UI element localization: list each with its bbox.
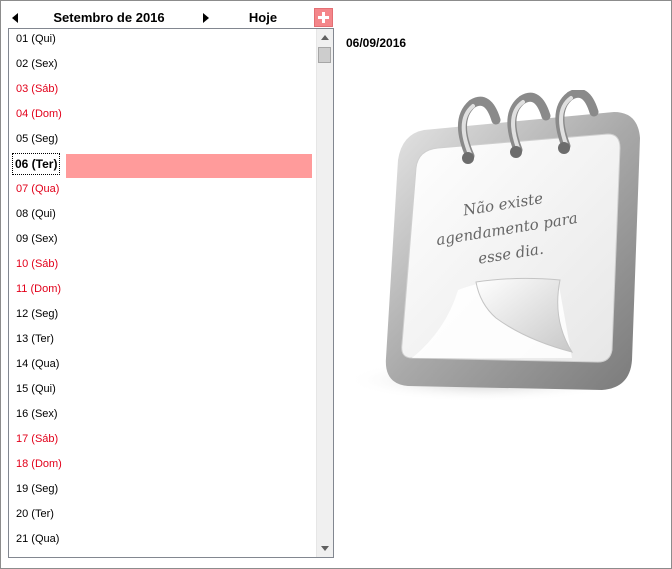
day-label: 21 (Qua) bbox=[16, 533, 60, 545]
day-label: 01 (Qui) bbox=[16, 33, 56, 45]
day-label: 13 (Ter) bbox=[16, 333, 54, 345]
day-row[interactable]: 17 (Sáb) bbox=[9, 429, 316, 454]
day-row[interactable]: 04 (Dom) bbox=[9, 104, 316, 129]
day-label: 06 (Ter) bbox=[11, 153, 61, 175]
selected-day-highlight bbox=[66, 154, 312, 178]
day-row[interactable]: 09 (Sex) bbox=[9, 229, 316, 254]
day-label: 11 (Dom) bbox=[16, 283, 62, 295]
day-row[interactable]: 20 (Ter) bbox=[9, 504, 316, 529]
arrow-down-icon bbox=[321, 546, 329, 551]
day-label: 07 (Qua) bbox=[16, 183, 60, 195]
day-label: 12 (Seg) bbox=[16, 308, 59, 320]
day-list[interactable]: 01 (Qui) 02 (Sex) 03 (Sáb) 04 (Dom) 05 (Seg)… bbox=[8, 28, 334, 558]
day-label: 09 (Sex) bbox=[16, 233, 58, 245]
day-row[interactable]: 05 (Seg) bbox=[9, 129, 316, 154]
day-row[interactable]: 18 (Dom) bbox=[9, 454, 316, 479]
selected-date-label: 06/09/2016 bbox=[346, 36, 407, 50]
day-row[interactable]: 19 (Seg) bbox=[9, 479, 316, 504]
day-row[interactable]: 21 (Qua) bbox=[9, 529, 316, 554]
day-label: 19 (Seg) bbox=[16, 483, 59, 495]
caret-left-icon bbox=[12, 13, 18, 23]
day-row[interactable]: 14 (Qua) bbox=[9, 354, 316, 379]
day-label: 14 (Qua) bbox=[16, 358, 60, 370]
day-label: 05 (Seg) bbox=[16, 133, 59, 145]
day-label: 16 (Sex) bbox=[16, 408, 58, 420]
day-label: 15 (Qui) bbox=[16, 383, 56, 395]
day-row[interactable]: 10 (Sáb) bbox=[9, 254, 316, 279]
day-label: 18 (Dom) bbox=[16, 458, 62, 470]
plus-icon bbox=[318, 12, 329, 23]
day-row[interactable]: 16 (Sex) bbox=[9, 404, 316, 429]
day-label: 20 (Ter) bbox=[16, 508, 54, 520]
day-list-rows: 01 (Qui) 02 (Sex) 03 (Sáb) 04 (Dom) 05 (Seg)… bbox=[9, 29, 316, 554]
day-row[interactable]: 03 (Sáb) bbox=[9, 79, 316, 104]
arrow-up-icon bbox=[321, 35, 329, 40]
day-row[interactable]: 11 (Dom) bbox=[9, 279, 316, 304]
month-title: Setembro de 2016 bbox=[53, 10, 165, 25]
caret-right-icon bbox=[203, 13, 209, 23]
day-row-selected[interactable]: 06 (Ter) bbox=[9, 153, 316, 179]
day-label: 08 (Qui) bbox=[16, 208, 56, 220]
day-row[interactable]: 08 (Qui) bbox=[9, 204, 316, 229]
scroll-down-button[interactable] bbox=[317, 540, 333, 557]
add-appointment-button[interactable] bbox=[314, 8, 333, 27]
day-row[interactable]: 12 (Seg) bbox=[9, 304, 316, 329]
scrollbar-thumb[interactable] bbox=[318, 47, 331, 63]
day-label: 04 (Dom) bbox=[16, 108, 62, 120]
day-label: 17 (Sáb) bbox=[16, 433, 59, 445]
day-label: 03 (Sáb) bbox=[16, 83, 59, 95]
next-month-button[interactable] bbox=[198, 10, 214, 26]
day-row[interactable]: 15 (Qui) bbox=[9, 379, 316, 404]
day-row[interactable]: 02 (Sex) bbox=[9, 54, 316, 79]
day-row[interactable]: 07 (Qua) bbox=[9, 179, 316, 204]
today-button[interactable]: Hoje bbox=[240, 10, 286, 26]
day-label: 10 (Sáb) bbox=[16, 258, 59, 270]
scroll-up-button[interactable] bbox=[317, 29, 333, 46]
day-label: 02 (Sex) bbox=[16, 58, 58, 70]
previous-month-button[interactable] bbox=[8, 10, 24, 26]
vertical-scrollbar[interactable] bbox=[316, 29, 333, 557]
day-row[interactable]: 01 (Qui) bbox=[9, 29, 316, 54]
day-row[interactable]: 13 (Ter) bbox=[9, 329, 316, 354]
